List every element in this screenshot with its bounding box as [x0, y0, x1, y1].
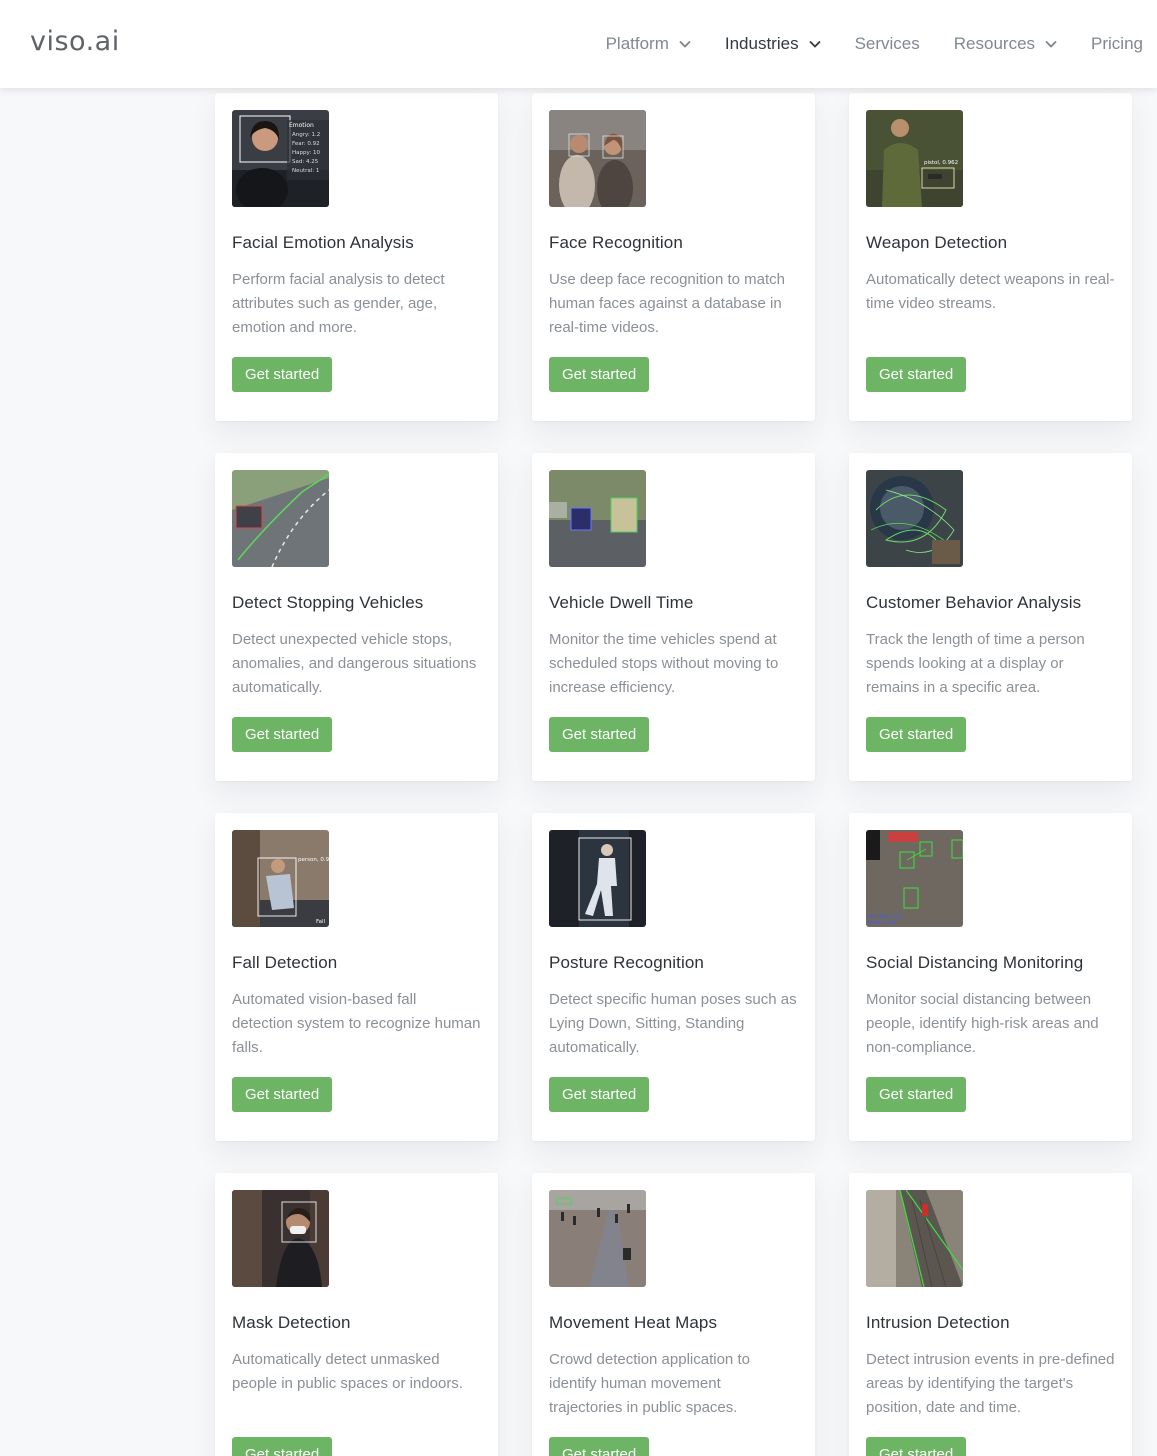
heat-maps-thumbnail[interactable] [549, 1190, 646, 1287]
get-started-button[interactable]: Get started [549, 1437, 650, 1456]
use-case-card: Posture Recognition Detect specific huma… [532, 813, 815, 1141]
use-case-card: Movement Heat Maps Crowd detection appli… [532, 1173, 815, 1456]
use-case-card: Mask Detection Automatically detect unma… [215, 1173, 498, 1456]
nav-item-platform[interactable]: Platform [606, 34, 691, 54]
get-started-button[interactable]: Get started [866, 1437, 967, 1456]
card-description: Detect specific human poses such as Lyin… [549, 991, 797, 1056]
card-title: Face Recognition [549, 233, 683, 252]
get-started-button[interactable]: Get started [549, 1077, 650, 1112]
get-started-button[interactable]: Get started [232, 1077, 333, 1112]
svg-text:person, 0.96: person, 0.96 [298, 857, 329, 863]
chevron-down-icon [1045, 40, 1057, 48]
facial-emotion-thumbnail[interactable]: Emotion Angry: 1.2 Fear: 0.92 Happy: 10 … [232, 110, 329, 207]
posture-recognition-thumbnail[interactable] [549, 830, 646, 927]
use-case-card: nsc rate = 0.4 score = 0.6 Social Distan… [849, 813, 1132, 1141]
fall-detection-thumbnail[interactable]: person, 0.96 Fall [232, 830, 329, 927]
chevron-down-icon [808, 40, 821, 48]
card-description: Perform facial analysis to detect attrib… [232, 271, 445, 336]
nav-item-label: Services [854, 34, 920, 53]
logo[interactable]: viso.ai [30, 26, 120, 57]
nav-item-label: Platform [605, 34, 669, 53]
stopping-vehicles-thumbnail[interactable] [232, 470, 329, 567]
card-title: Posture Recognition [549, 953, 704, 972]
card-description: Use deep face recognition to match human… [549, 271, 785, 336]
card-description: Automatically detect unmasked people in … [232, 1351, 463, 1392]
get-started-button[interactable]: Get started [549, 357, 650, 392]
use-case-grid: Emotion Angry: 1.2 Fear: 0.92 Happy: 10 … [215, 93, 1132, 1456]
use-case-card: Face Recognition Use deep face recogniti… [532, 93, 815, 421]
weapon-detection-thumbnail[interactable]: pistol, 0.962 [866, 110, 963, 207]
get-started-button[interactable]: Get started [232, 1437, 333, 1456]
get-started-button[interactable]: Get started [232, 357, 333, 392]
get-started-button[interactable]: Get started [866, 1077, 967, 1112]
nav-item-label: Resources [953, 34, 1036, 53]
mask-detection-thumbnail[interactable] [232, 1190, 329, 1287]
svg-text:pistol, 0.962: pistol, 0.962 [924, 160, 958, 166]
card-description: Detect unexpected vehicle stops, anomali… [232, 631, 477, 696]
intrusion-detection-thumbnail[interactable] [866, 1190, 963, 1287]
customer-behavior-thumbnail[interactable] [866, 470, 963, 567]
nav-item-label: Pricing [1091, 34, 1143, 53]
get-started-button[interactable]: Get started [549, 717, 650, 752]
card-description: Track the length of time a person spends… [866, 631, 1085, 696]
card-title: Facial Emotion Analysis [232, 233, 414, 252]
card-title: Fall Detection [232, 953, 338, 972]
svg-text:Fear: 0.92: Fear: 0.92 [292, 141, 320, 147]
card-title: Movement Heat Maps [549, 1313, 718, 1332]
card-title: Customer Behavior Analysis [866, 593, 1082, 612]
card-title: Vehicle Dwell Time [549, 593, 694, 612]
card-title: Social Distancing Monitoring [866, 953, 1084, 972]
card-description: Monitor the time vehicles spend at sched… [549, 631, 779, 696]
card-description: Monitor social distancing between people… [866, 991, 1099, 1056]
svg-text:Happy: 10: Happy: 10 [292, 150, 320, 156]
card-description: Crowd detection application to identify … [549, 1351, 750, 1416]
card-title: Mask Detection [232, 1313, 351, 1332]
nav-item-industries[interactable]: Industries [725, 34, 821, 54]
card-description: Detect intrusion events in pre-defined a… [866, 1351, 1115, 1416]
nav-item-label: Industries [724, 34, 799, 53]
chevron-down-icon [679, 40, 691, 48]
card-description: Automatically detect weapons in real-tim… [866, 271, 1115, 312]
card-title: Intrusion Detection [866, 1313, 1010, 1332]
svg-text:Emotion: Emotion [289, 122, 314, 129]
use-case-card: Customer Behavior Analysis Track the len… [849, 453, 1132, 781]
face-recognition-thumbnail[interactable] [549, 110, 646, 207]
use-case-card: Intrusion Detection Detect intrusion eve… [849, 1173, 1132, 1456]
card-description: Automated vision-based fall detection sy… [232, 991, 481, 1056]
svg-text:Fall: Fall [316, 919, 326, 925]
use-case-card: Vehicle Dwell Time Monitor the time vehi… [532, 453, 815, 781]
card-title: Detect Stopping Vehicles [232, 593, 424, 612]
use-case-card: person, 0.96 Fall Fall Detection Automat… [215, 813, 498, 1141]
svg-text:score = 0.6: score = 0.6 [867, 920, 896, 926]
svg-text:Sad: 4.25: Sad: 4.25 [292, 159, 319, 165]
card-title: Weapon Detection [866, 233, 1008, 252]
get-started-button[interactable]: Get started [232, 717, 333, 752]
svg-text:Neutral: 1: Neutral: 1 [292, 168, 319, 174]
nav-item-pricing[interactable]: Pricing [1091, 34, 1143, 54]
use-case-card: Emotion Angry: 1.2 Fear: 0.92 Happy: 10 … [215, 93, 498, 421]
nav-item-services[interactable]: Services [855, 34, 920, 54]
get-started-button[interactable]: Get started [866, 357, 967, 392]
nav-item-resources[interactable]: Resources [954, 34, 1057, 54]
use-case-card: Detect Stopping Vehicles Detect unexpect… [215, 453, 498, 781]
site-header: viso.ai Platform Industries Services Res… [0, 0, 1157, 88]
vehicle-dwell-thumbnail[interactable] [549, 470, 646, 567]
svg-text:Angry: 1.2: Angry: 1.2 [292, 132, 320, 138]
social-distancing-thumbnail[interactable]: nsc rate = 0.4 score = 0.6 [866, 830, 963, 927]
use-case-card: pistol, 0.962 Weapon Detection Automatic… [849, 93, 1132, 421]
main-nav: Platform Industries Services Resources P… [572, 0, 1157, 88]
get-started-button[interactable]: Get started [866, 717, 967, 752]
